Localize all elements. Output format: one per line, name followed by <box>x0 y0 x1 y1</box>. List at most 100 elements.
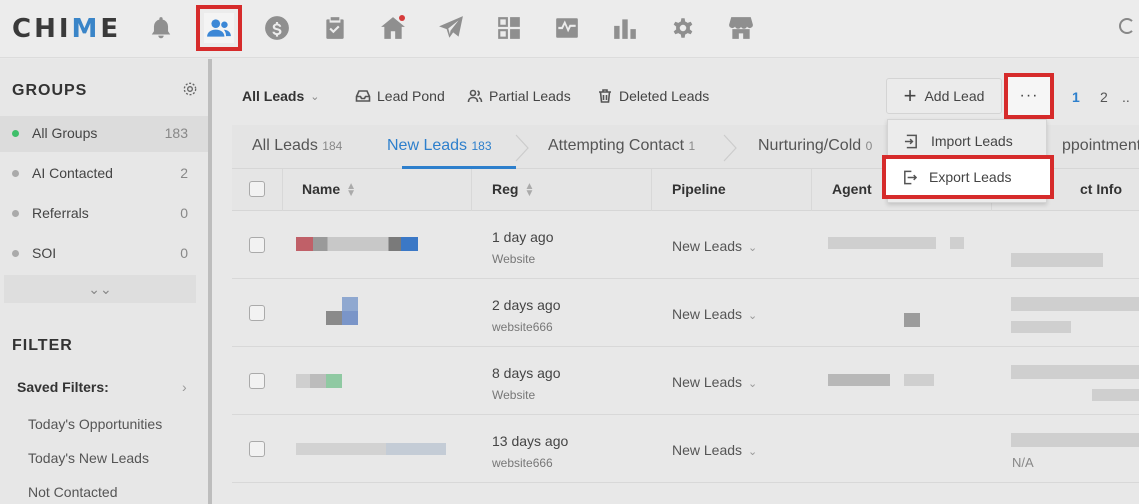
paper-plane-icon[interactable] <box>436 13 466 43</box>
header-label: Name <box>302 181 341 197</box>
tab-count: 1 <box>688 139 696 153</box>
group-label: AI Contacted <box>32 165 113 181</box>
tab-all-leads[interactable]: All Leads 184 <box>252 137 342 155</box>
agent-redacted <box>904 313 920 327</box>
name-redacted[interactable] <box>296 443 446 455</box>
chevron-down-icon: ⌄ <box>748 446 758 458</box>
row-checkbox[interactable] <box>249 441 265 457</box>
group-item-referrals[interactable]: Referrals 0 <box>0 196 208 232</box>
groups-settings-gear-icon[interactable] <box>182 81 198 97</box>
pipeline-label: New Leads <box>672 442 743 458</box>
lead-pond-label: Lead Pond <box>377 88 445 104</box>
tab-appointment[interactable]: ppointment <box>1062 137 1139 155</box>
all-leads-dropdown[interactable]: All Leads ⌄ <box>242 88 319 104</box>
search-icon[interactable] <box>1119 18 1135 34</box>
pipeline-dropdown[interactable]: New Leads ⌄ <box>672 238 757 254</box>
sidebar: GROUPS All Groups 183 AI Contacted 2 Ref… <box>0 59 208 504</box>
pipeline-dropdown[interactable]: New Leads ⌄ <box>672 306 757 322</box>
filter-item[interactable]: Not Contacted <box>28 484 118 500</box>
lead-pond-link[interactable]: Lead Pond <box>355 88 445 104</box>
filter-item[interactable]: Today's New Leads <box>28 450 149 466</box>
reg-time: 8 days ago <box>492 365 561 381</box>
row-checkbox[interactable] <box>249 305 265 321</box>
dot <box>12 210 19 217</box>
dollar-icon[interactable] <box>262 13 292 43</box>
group-item-soi[interactable]: SOI 0 <box>0 236 208 272</box>
pipeline-dropdown[interactable]: New Leads ⌄ <box>672 442 757 458</box>
all-leads-label: All Leads <box>242 88 305 104</box>
clipboard-icon[interactable] <box>320 13 350 43</box>
table-row[interactable]: 13 days ago website666 New Leads ⌄ N/A <box>232 415 1139 483</box>
name-redacted[interactable] <box>326 311 358 325</box>
chime-logo[interactable]: CHIME <box>12 14 121 44</box>
page-1[interactable]: 1 <box>1072 89 1080 105</box>
export-icon <box>904 170 917 184</box>
row-checkbox[interactable] <box>249 373 265 389</box>
table-row[interactable]: 1 day ago Website New Leads ⌄ <box>232 211 1139 279</box>
contact-redacted <box>1011 433 1139 447</box>
deleted-leads-label: Deleted Leads <box>619 88 710 104</box>
saved-filters-label[interactable]: Saved Filters: <box>17 379 109 395</box>
reg-source: Website <box>492 388 536 402</box>
groups-heading: GROUPS <box>12 82 88 99</box>
name-redacted[interactable] <box>342 297 358 311</box>
reg-time: 2 days ago <box>492 297 561 313</box>
table-row[interactable] <box>232 483 1139 504</box>
activity-icon[interactable] <box>552 13 582 43</box>
trash-icon <box>599 89 611 103</box>
table-row[interactable]: 8 days ago Website New Leads ⌄ <box>232 347 1139 415</box>
page-2[interactable]: 2 <box>1100 89 1108 105</box>
filter-item[interactable]: Today's Opportunities <box>28 416 162 432</box>
tab-new-leads[interactable]: New Leads 183 <box>387 137 492 155</box>
chevron-right-icon[interactable]: › <box>182 379 187 395</box>
store-icon[interactable] <box>726 13 756 43</box>
select-all-checkbox[interactable] <box>249 181 265 197</box>
reg-source: website666 <box>492 456 553 470</box>
bar-chart-icon[interactable] <box>610 13 640 43</box>
sort-icon[interactable]: ▲ ▼ <box>346 182 356 199</box>
sort-icon[interactable]: ▲ ▼ <box>524 182 534 199</box>
export-leads-menu-item[interactable]: Export Leads <box>882 155 1054 199</box>
partial-leads-link[interactable]: Partial Leads <box>467 88 571 104</box>
reg-time: 1 day ago <box>492 229 554 245</box>
expand-groups-button[interactable]: ⌄⌄ <box>4 275 196 303</box>
group-item-all-groups[interactable]: All Groups 183 <box>0 116 208 152</box>
tab-nurturing-cold[interactable]: Nurturing/Cold 0 <box>758 137 872 155</box>
reg-source: Website <box>492 252 536 266</box>
chevron-separator-icon <box>515 134 529 162</box>
home-icon[interactable] <box>378 13 408 43</box>
pipeline-dropdown[interactable]: New Leads ⌄ <box>672 374 757 390</box>
dot <box>12 250 19 257</box>
tab-label: New Leads <box>387 137 468 154</box>
tab-label: Nurturing/Cold <box>758 137 862 154</box>
import-leads-menu-item[interactable]: Import Leads <box>888 123 1048 159</box>
chevron-down-icon: ⌄ <box>310 90 320 103</box>
deleted-leads-link[interactable]: Deleted Leads <box>597 88 709 104</box>
active-dot <box>12 130 19 137</box>
chevron-down-icon: ⌄ <box>748 378 758 390</box>
column-name[interactable]: Name ▲ ▼ <box>302 181 356 199</box>
name-redacted[interactable] <box>296 374 342 388</box>
name-redacted[interactable] <box>296 237 418 251</box>
row-checkbox[interactable] <box>249 237 265 253</box>
dashboard-icon[interactable] <box>494 13 524 43</box>
bell-icon[interactable] <box>146 13 176 43</box>
header-label: Reg <box>492 181 519 197</box>
gear-icon[interactable] <box>668 13 698 43</box>
more-options-button[interactable]: ··· <box>1004 73 1054 119</box>
contact-redacted <box>1011 297 1139 311</box>
notification-badge <box>399 15 405 21</box>
column-contact-info: ct Info <box>1080 181 1122 197</box>
tab-label: Attempting Contact <box>548 137 685 154</box>
tab-label: ppointment <box>1062 137 1139 154</box>
people-icon[interactable] <box>196 5 242 51</box>
pagination-ellipsis[interactable]: .. <box>1122 89 1130 105</box>
column-reg[interactable]: Reg ▲ ▼ <box>492 181 534 199</box>
tab-attempting-contact[interactable]: Attempting Contact 1 <box>548 137 695 155</box>
chevron-down-icon: ⌄ <box>748 310 758 322</box>
table-row[interactable]: 2 days ago website666 New Leads ⌄ <box>232 279 1139 347</box>
group-item-ai-contacted[interactable]: AI Contacted 2 <box>0 156 208 192</box>
add-lead-button[interactable]: + Add Lead <box>886 78 1002 114</box>
tab-count: 184 <box>322 139 343 153</box>
agent-redacted <box>828 374 890 386</box>
